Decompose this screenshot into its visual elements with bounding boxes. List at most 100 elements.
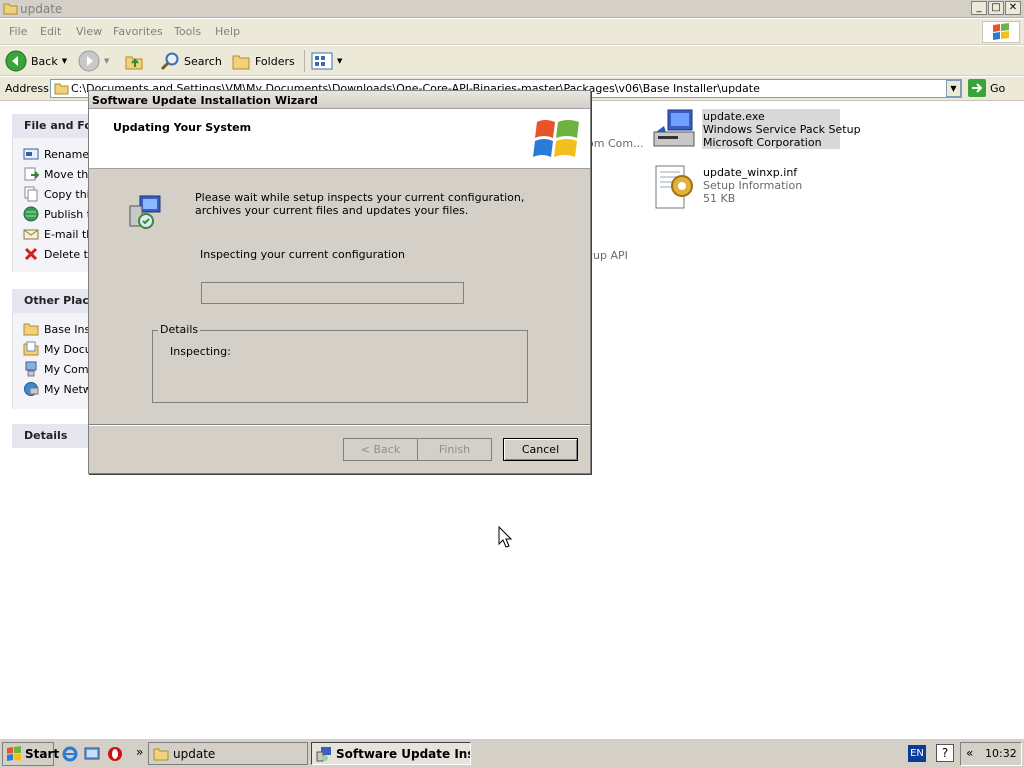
place-label: My Netw bbox=[44, 382, 92, 396]
internet-explorer-icon[interactable] bbox=[62, 746, 78, 762]
menu-favorites[interactable]: Favorites bbox=[113, 25, 163, 38]
views-dropdown-icon[interactable]: ▼ bbox=[337, 57, 342, 65]
minimize-button[interactable]: _ bbox=[971, 1, 987, 15]
partial-file-description: cup API bbox=[587, 249, 628, 262]
back-label: Back bbox=[31, 54, 58, 68]
task-email[interactable]: E-mail th bbox=[23, 226, 93, 242]
forward-button[interactable]: ▼ bbox=[78, 50, 109, 72]
views-button[interactable]: ▼ bbox=[311, 50, 342, 72]
task-pane: File and Fol Rename Move thi Copy thi Pu… bbox=[0, 102, 98, 738]
clock[interactable]: 10:32 bbox=[985, 747, 1017, 760]
close-button[interactable]: ✕ bbox=[1005, 1, 1021, 15]
other-places-header[interactable]: Other Place bbox=[12, 289, 98, 313]
computer-icon bbox=[23, 361, 39, 377]
help-icon[interactable]: ? bbox=[936, 744, 954, 762]
folders-button[interactable]: Folders bbox=[231, 50, 295, 72]
system-tray: « 10:32 bbox=[960, 742, 1022, 766]
back-button[interactable]: Back ▼ bbox=[5, 50, 67, 72]
file-company: Microsoft Corporation bbox=[703, 136, 822, 149]
dialog-status: Inspecting your current configuration bbox=[200, 248, 405, 261]
wizard-dialog: Software Update Installation Wizard Upda… bbox=[88, 90, 591, 474]
forward-dropdown-icon[interactable]: ▼ bbox=[104, 57, 109, 65]
taskbar-item-label: Software Update Inst... bbox=[336, 746, 470, 761]
language-indicator[interactable]: EN bbox=[908, 745, 926, 762]
network-icon bbox=[23, 381, 39, 397]
start-button[interactable]: Start bbox=[2, 742, 59, 766]
dialog-message: Please wait while setup inspects your cu… bbox=[195, 191, 525, 217]
taskbar-item-software-update[interactable]: Software Update Inst... bbox=[311, 742, 471, 765]
file-type: Setup Information bbox=[703, 179, 803, 192]
task-publish[interactable]: Publish t bbox=[23, 206, 91, 222]
progress-bar bbox=[201, 282, 464, 304]
show-desktop-icon[interactable] bbox=[84, 746, 100, 762]
back-arrow-icon bbox=[5, 50, 27, 72]
setup-information-icon bbox=[650, 164, 698, 212]
task-label: Move thi bbox=[44, 167, 92, 181]
dialog-header: Updating Your System bbox=[89, 109, 590, 169]
file-label-block: update.exe Windows Service Pack Setup Mi… bbox=[703, 110, 861, 149]
dialog-header-title: Updating Your System bbox=[113, 121, 252, 134]
setup-program-icon bbox=[650, 108, 698, 156]
place-my-documents[interactable]: My Docu bbox=[23, 341, 92, 357]
menubar: File Edit View Favorites Tools Help bbox=[0, 19, 1024, 45]
folder-icon bbox=[153, 746, 169, 762]
address-dropdown-icon[interactable]: ▼ bbox=[946, 80, 961, 97]
dialog-title[interactable]: Software Update Installation Wizard bbox=[89, 91, 590, 109]
maximize-button[interactable]: □ bbox=[988, 1, 1004, 15]
rename-icon bbox=[23, 146, 39, 162]
window-title: update bbox=[20, 2, 63, 16]
task-delete[interactable]: Delete th bbox=[23, 246, 95, 262]
finish-button[interactable]: Finish bbox=[417, 438, 492, 461]
taskbar-item-update[interactable]: update bbox=[148, 742, 308, 765]
setup-computer-icon bbox=[128, 194, 164, 233]
toolbar: Back ▼ ▼ Search Folders ▼ bbox=[0, 46, 1024, 76]
task-label: E-mail th bbox=[44, 227, 94, 241]
taskbar: Start » update Software Update Inst... E… bbox=[0, 738, 1024, 768]
taskbar-item-label: update bbox=[173, 746, 216, 761]
place-base-installer[interactable]: Base Ins bbox=[23, 321, 90, 337]
back-button[interactable]: < Back bbox=[343, 438, 418, 461]
file-item-update-exe[interactable]: update.exe Windows Service Pack Setup Mi… bbox=[650, 108, 861, 150]
place-my-network[interactable]: My Netw bbox=[23, 381, 92, 397]
place-label: My Docu bbox=[44, 342, 92, 356]
quicklaunch-chevron[interactable]: » bbox=[136, 745, 143, 759]
opera-icon[interactable] bbox=[107, 746, 123, 762]
task-rename[interactable]: Rename bbox=[23, 146, 89, 162]
email-icon bbox=[23, 226, 39, 242]
task-label: Copy thi bbox=[44, 187, 90, 201]
go-arrow-icon bbox=[968, 79, 986, 97]
search-button[interactable]: Search bbox=[160, 50, 222, 72]
folder-icon bbox=[3, 2, 18, 18]
folders-icon bbox=[231, 51, 251, 71]
windows-logo-icon bbox=[982, 21, 1020, 43]
views-icon bbox=[311, 51, 333, 71]
delete-icon bbox=[23, 246, 39, 262]
menu-view[interactable]: View bbox=[76, 25, 102, 38]
copy-icon bbox=[23, 186, 39, 202]
file-description: Windows Service Pack Setup bbox=[703, 123, 861, 136]
back-dropdown-icon[interactable]: ▼ bbox=[62, 57, 67, 65]
details-legend: Details bbox=[158, 323, 201, 336]
file-tasks-header[interactable]: File and Fol bbox=[12, 114, 98, 138]
cancel-button[interactable]: Cancel bbox=[503, 438, 578, 461]
task-move[interactable]: Move thi bbox=[23, 166, 91, 182]
go-button[interactable]: Go bbox=[968, 79, 1005, 97]
task-copy[interactable]: Copy thi bbox=[23, 186, 90, 202]
go-label: Go bbox=[990, 81, 1006, 95]
tray-expand-chevron[interactable]: « bbox=[966, 746, 973, 760]
explorer-titlebar: update _ □ ✕ bbox=[0, 0, 1024, 18]
up-folder-button[interactable] bbox=[124, 50, 144, 72]
file-label-block: update_winxp.inf Setup Information 51 KB bbox=[703, 166, 802, 205]
place-my-computer[interactable]: My Comp bbox=[23, 361, 96, 377]
menu-tools[interactable]: Tools bbox=[174, 25, 201, 38]
windows-logo-icon bbox=[6, 746, 22, 762]
documents-icon bbox=[23, 341, 39, 357]
menu-edit[interactable]: Edit bbox=[40, 25, 61, 38]
mouse-cursor-icon bbox=[498, 525, 513, 551]
file-item-update-winxp-inf[interactable]: update_winxp.inf Setup Information 51 KB bbox=[650, 164, 842, 210]
details-header[interactable]: Details bbox=[12, 424, 98, 448]
menu-help[interactable]: Help bbox=[215, 25, 240, 38]
search-icon bbox=[160, 51, 180, 71]
menu-file[interactable]: File bbox=[9, 25, 27, 38]
file-name: update.exe bbox=[703, 110, 765, 123]
